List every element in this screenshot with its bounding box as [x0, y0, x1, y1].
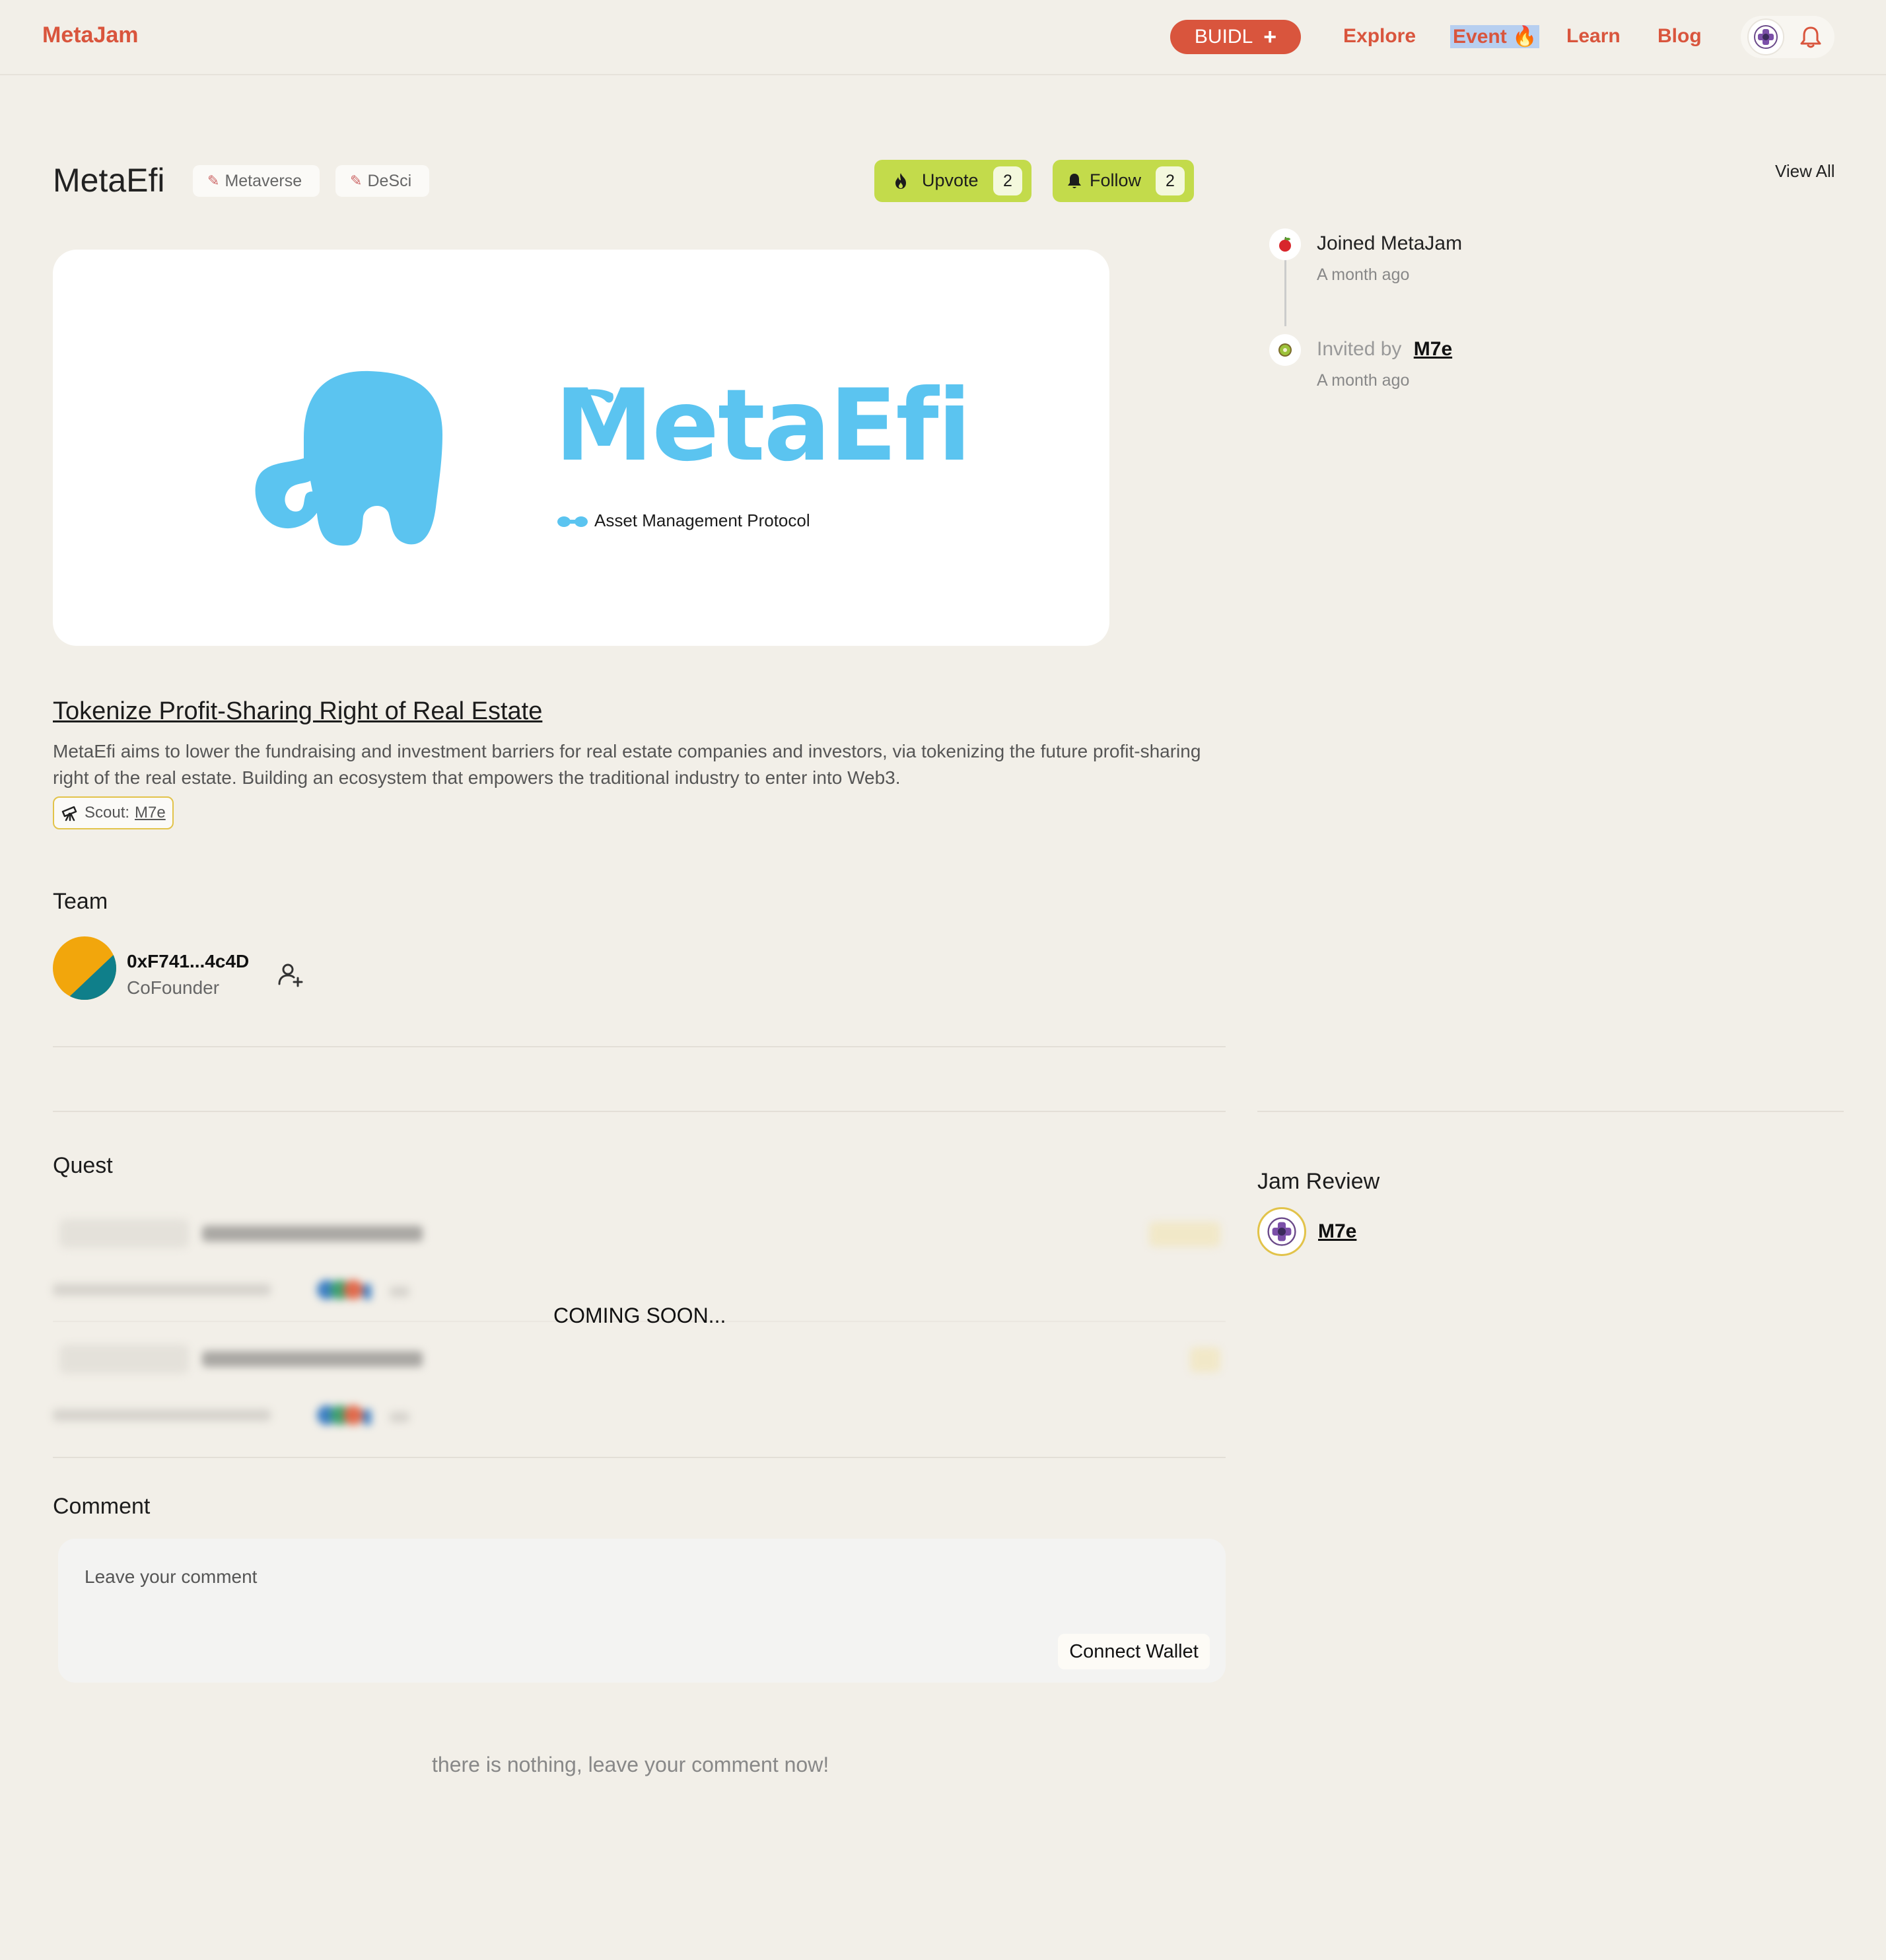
timeline-joined: Joined MetaJam — [1317, 232, 1463, 254]
bell-icon — [1068, 174, 1081, 188]
follow-count: 2 — [1156, 166, 1185, 195]
tag-label: DeSci — [367, 171, 412, 190]
apple-icon — [1269, 228, 1301, 260]
quest-bottom-divider — [53, 1457, 1226, 1458]
section-divider — [53, 1111, 1226, 1112]
connect-wallet-button[interactable]: Connect Wallet — [1058, 1634, 1210, 1669]
invited-prefix: Invited by — [1317, 338, 1402, 360]
kiwi-icon — [1269, 334, 1301, 366]
nav-event[interactable]: Event 🔥 — [1450, 25, 1540, 48]
tag-icon: ✎ — [350, 172, 363, 189]
timeline-line — [1284, 260, 1286, 326]
upvote-count: 2 — [993, 166, 1022, 195]
follow-label: Follow — [1090, 170, 1142, 190]
project-description: MetaEfi aims to lower the fundraising an… — [53, 741, 1201, 788]
view-all-link[interactable]: View All — [1775, 161, 1835, 182]
buidl-label: BUIDL — [1194, 26, 1253, 48]
timeline-time: A month ago — [1317, 371, 1410, 390]
bell-icon[interactable] — [1798, 24, 1824, 50]
nav-learn[interactable]: Learn — [1566, 25, 1621, 48]
team-divider — [53, 1046, 1226, 1047]
tag-label: Metaverse — [225, 171, 302, 190]
member-address[interactable]: 0xF741...4c4D — [127, 951, 249, 972]
add-user-icon[interactable] — [276, 960, 305, 989]
upvote-button[interactable]: Upvote 2 — [874, 160, 1031, 202]
timeline-time: A month ago — [1317, 265, 1410, 284]
link-icon — [557, 516, 588, 527]
upvote-label: Upvote — [922, 170, 979, 190]
quest-item — [53, 1343, 1228, 1436]
telescope-icon — [61, 806, 77, 822]
comment-placeholder: Leave your comment — [85, 1566, 258, 1587]
quest-item — [53, 1218, 1228, 1310]
jam-review-title: Jam Review — [1257, 1169, 1380, 1194]
plus-icon: + — [1263, 24, 1277, 50]
scout-badge[interactable]: Scout: M7e — [53, 796, 174, 829]
project-headline[interactable]: Tokenize Profit-Sharing Right of Real Es… — [53, 697, 542, 726]
comment-input[interactable] — [58, 1539, 1226, 1683]
tag-desci[interactable]: ✎ DeSci — [335, 165, 429, 197]
fire-icon — [895, 173, 906, 189]
member-role: CoFounder — [127, 977, 220, 998]
coming-soon-overlay: COMING SOON... — [553, 1304, 726, 1327]
banner-logo-subtitle: Asset Management Protocol — [594, 510, 810, 530]
timeline-invited: Invited by M7e — [1317, 338, 1452, 361]
sidebar-divider — [1257, 1111, 1844, 1112]
team-title: Team — [53, 889, 108, 914]
scout-prefix: Scout: — [85, 804, 130, 822]
buidl-button[interactable]: BUIDL + — [1170, 20, 1301, 54]
nav-explore[interactable]: Explore — [1343, 25, 1416, 48]
quest-title: Quest — [53, 1153, 113, 1178]
user-avatar-icon[interactable] — [1747, 18, 1784, 55]
nav-event-label: Event — [1453, 26, 1507, 48]
empty-comments-note: there is nothing, leave your comment now… — [432, 1753, 829, 1776]
banner-logo-text: MetaEfi — [555, 368, 971, 483]
follow-button[interactable]: Follow 2 — [1053, 160, 1194, 202]
project-title: MetaEfi — [53, 162, 165, 199]
inviter-link[interactable]: M7e — [1414, 338, 1452, 360]
nav-blog[interactable]: Blog — [1658, 25, 1702, 48]
tag-metaverse[interactable]: ✎ Metaverse — [193, 165, 320, 197]
brand-logo[interactable]: MetaJam — [42, 22, 139, 48]
comment-title: Comment — [53, 1494, 151, 1519]
reviewer-avatar[interactable] — [1257, 1207, 1306, 1256]
reviewer-name-link[interactable]: M7e — [1318, 1220, 1356, 1243]
member-avatar[interactable] — [53, 936, 116, 1000]
fire-emoji-icon: 🔥 — [1512, 26, 1537, 48]
scout-name-link[interactable]: M7e — [135, 804, 166, 822]
tag-icon: ✎ — [207, 172, 220, 189]
